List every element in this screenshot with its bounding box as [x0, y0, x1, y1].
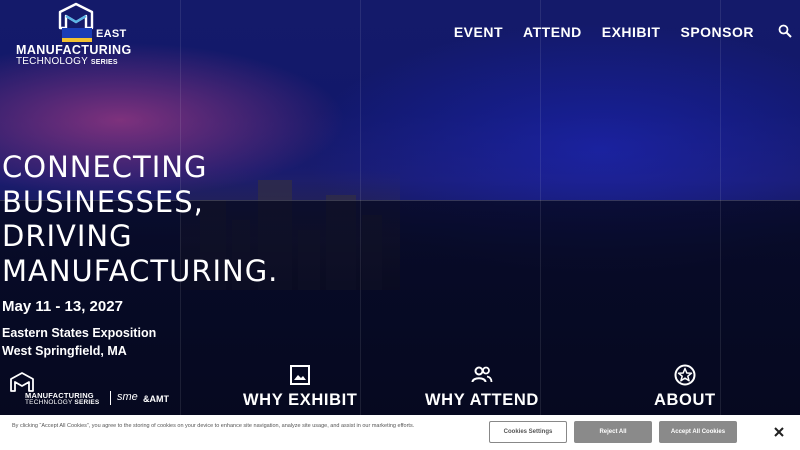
- event-dates: May 11 - 13, 2027: [2, 298, 123, 315]
- venue-location: West Springfield, MA: [2, 344, 127, 358]
- headline-line: MANUFACTURING.: [2, 253, 279, 288]
- cta-label: WHY EXHIBIT: [243, 391, 358, 409]
- grid-line: [360, 0, 361, 415]
- sme-logo: sme: [117, 391, 138, 403]
- logo-line-2: TECHNOLOGY SERIES: [16, 56, 118, 67]
- logo-divider: [110, 391, 111, 405]
- venue-name: Eastern States Exposition: [2, 326, 157, 340]
- nav-attend[interactable]: ATTEND: [523, 24, 582, 40]
- nav-sponsor[interactable]: SPONSOR: [680, 24, 754, 40]
- accept-all-cookies-button[interactable]: Accept All Cookies: [659, 421, 737, 443]
- reject-all-button[interactable]: Reject All: [574, 421, 652, 443]
- image-icon: [290, 365, 311, 385]
- logo-mark-icon: [58, 2, 94, 30]
- people-icon: [471, 366, 493, 383]
- footer-logo-line-2: TECHNOLOGY SERIES: [25, 399, 100, 406]
- cookies-settings-button[interactable]: Cookies Settings: [489, 421, 567, 443]
- nav-exhibit[interactable]: EXHIBIT: [602, 24, 661, 40]
- logo-line-1: MANUFACTURING: [16, 43, 132, 57]
- search-icon[interactable]: [778, 24, 792, 38]
- event-venue: Eastern States Exposition West Springfie…: [2, 324, 156, 360]
- logo-mark-icon: [10, 372, 34, 392]
- grid-line: [540, 0, 541, 415]
- headline-line: BUSINESSES,: [2, 184, 204, 219]
- partner-logo: MANUFACTURING TECHNOLOGY SERIES sme &AMT: [9, 371, 169, 407]
- why-attend-link[interactable]: WHY ATTEND: [425, 364, 539, 410]
- cta-label: WHY ATTEND: [425, 391, 539, 409]
- headline-line: CONNECTING: [2, 150, 208, 184]
- about-link[interactable]: ABOUT: [654, 364, 716, 410]
- cta-label: ABOUT: [654, 391, 716, 409]
- grid-line: [720, 0, 721, 415]
- cookie-banner-text: By clicking “Accept All Cookies”, you ag…: [12, 423, 415, 429]
- headline-line: DRIVING: [2, 219, 133, 253]
- star-badge-icon: [674, 364, 696, 386]
- amt-logo: &AMT: [143, 394, 169, 404]
- nav-event[interactable]: EVENT: [454, 24, 503, 40]
- site-logo[interactable]: EAST MANUFACTURING TECHNOLOGY SERIES: [14, 2, 146, 67]
- cookie-banner: By clicking “Accept All Cookies”, you ag…: [0, 415, 800, 450]
- logo-badge-text: EAST: [96, 28, 127, 40]
- close-icon[interactable]: [772, 425, 786, 439]
- logo-badge-shape: [62, 28, 92, 42]
- main-nav: EVENT ATTEND EXHIBIT SPONSOR: [454, 24, 754, 40]
- why-exhibit-link[interactable]: WHY EXHIBIT: [243, 364, 357, 410]
- hero-headline: CONNECTING BUSINESSES, DRIVING MANUFACTU…: [2, 150, 302, 288]
